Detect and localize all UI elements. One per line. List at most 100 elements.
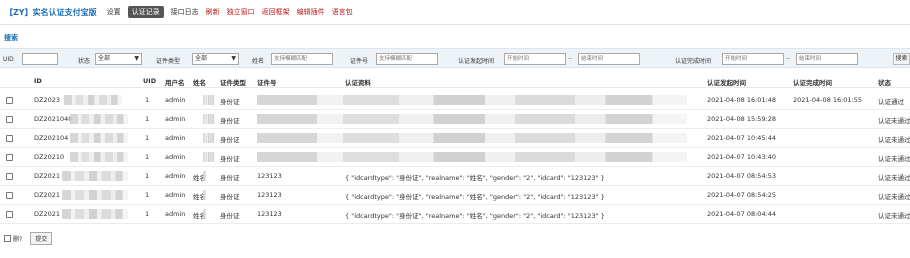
cell-id: DZ2021	[34, 210, 60, 218]
top-nav: 【ZY】实名认证支付宝版 设置 认证记录 接口日志 刷新 独立窗口 返回框架 编…	[5, 5, 360, 19]
cell-username: admin	[165, 153, 186, 161]
table-row: DZ2023 1 admin 身份证 2021-04-08 16:01:48 2021-0…	[0, 91, 910, 110]
redacted-block	[203, 133, 215, 143]
cell-id: DZ2021	[34, 172, 60, 180]
start-time-to-input[interactable]	[578, 53, 640, 65]
chevron-down-icon: ▼	[231, 55, 236, 62]
redacted-block	[70, 152, 128, 162]
end-range-dash: --	[786, 55, 791, 62]
cell-data: { "idcardtype": "身份证", "realname": "姓名",…	[345, 193, 605, 201]
nav-settings[interactable]: 设置	[107, 7, 121, 17]
redacted-block	[257, 133, 687, 143]
cell-cert-type: 身份证	[220, 98, 240, 106]
col-data: 认证资料	[345, 79, 371, 87]
end-time-to-input[interactable]	[796, 53, 858, 65]
uid-input[interactable]	[22, 53, 58, 65]
cell-status: 认证未通过	[878, 155, 910, 163]
delete-checkbox[interactable]	[4, 234, 11, 242]
row-checkbox[interactable]	[6, 135, 13, 142]
col-uid: UID	[143, 77, 157, 85]
redacted-block	[203, 209, 206, 219]
row-checkbox[interactable]	[6, 154, 13, 161]
table-row: DZ202104 1 admin 身份证 2021-04-07 10:45:44 认证未通…	[0, 129, 910, 148]
nav-edit-plugin[interactable]: 编辑插件	[297, 7, 325, 17]
delete-label: 删?	[13, 235, 23, 243]
name-input[interactable]	[271, 53, 333, 65]
cell-start-time: 2021-04-07 08:54:25	[707, 191, 777, 199]
cell-username: admin	[165, 172, 186, 180]
cell-uid: 1	[145, 172, 150, 180]
nav-refresh[interactable]: 刷新	[206, 7, 220, 17]
name-label: 姓名	[252, 58, 265, 65]
cell-uid: 1	[145, 115, 150, 123]
status-select-value: 全部	[98, 55, 111, 62]
col-start-time: 认证发起时间	[707, 79, 746, 87]
cell-status: 认证未通过	[878, 193, 910, 201]
cell-username: admin	[165, 96, 186, 104]
cell-cert-type: 身份证	[220, 193, 240, 201]
nav-api-log[interactable]: 接口日志	[171, 7, 199, 17]
redacted-block	[203, 190, 206, 200]
redacted-block	[203, 95, 215, 105]
start-time-from-input[interactable]	[504, 53, 566, 65]
cell-id: DZ20210	[34, 153, 65, 161]
redacted-block	[257, 95, 687, 105]
row-checkbox[interactable]	[6, 192, 13, 199]
row-checkbox[interactable]	[6, 116, 13, 123]
redacted-block	[203, 114, 215, 124]
redacted-block	[70, 114, 128, 124]
nav-records[interactable]: 认证记录	[127, 6, 164, 18]
cell-start-time: 2021-04-08 15:59:28	[707, 115, 777, 123]
cell-id: DZ2021	[34, 191, 60, 199]
cell-status: 认证未通过	[878, 136, 910, 144]
divider	[0, 24, 910, 25]
start-range-dash: --	[568, 55, 573, 62]
cell-uid: 1	[145, 153, 150, 161]
cell-uid: 1	[145, 210, 150, 218]
cell-status: 认证未通过	[878, 117, 910, 125]
cell-cert-type: 身份证	[220, 136, 240, 144]
search-filter-bar: UID 状态 全部 ▼ 证件类型 全部 ▼ 姓名 证件号 认证发起时间 -- 认…	[0, 48, 910, 68]
cell-id: DZ2021040	[34, 115, 73, 123]
search-button[interactable]: 搜索	[893, 53, 910, 65]
cell-start-time: 2021-04-07 08:54:53	[707, 172, 777, 180]
table-row: DZ2021 1 admin 姓名 身份证 123123{ "idcardtype": "…	[0, 205, 910, 224]
end-time-label: 认证完成时间	[675, 58, 712, 65]
cert-type-select[interactable]: 全部 ▼	[192, 53, 239, 65]
col-cert-no: 证件号	[257, 79, 277, 87]
row-checkbox[interactable]	[6, 173, 13, 180]
submit-button[interactable]: 提交	[30, 231, 53, 245]
app-title: 【ZY】实名认证支付宝版	[5, 7, 97, 17]
table-row: DZ2021040 1 admin 身份证 2021-04-08 15:59:28 认证未…	[0, 110, 910, 129]
redacted-block	[203, 171, 206, 181]
redacted-block	[62, 209, 128, 219]
cell-start-time: 2021-04-07 10:43:40	[707, 153, 777, 161]
redacted-block	[203, 152, 215, 162]
cell-cert-no: 123123	[257, 210, 282, 218]
cell-cert-no: 123123	[257, 172, 282, 180]
redacted-block	[70, 133, 128, 143]
end-time-from-input[interactable]	[722, 53, 784, 65]
cert-no-input[interactable]	[376, 53, 438, 65]
row-checkbox[interactable]	[6, 211, 13, 218]
table-row: DZ20210 1 admin 身份证 2021-04-07 10:43:40 认证未通过	[0, 148, 910, 167]
nav-standalone-window[interactable]: 独立窗口	[227, 7, 255, 17]
col-name: 姓名	[193, 79, 206, 87]
table-header: ID UID 用户名 姓名 证件类型 证件号 认证资料 认证发起时间 认证完成时…	[0, 74, 910, 88]
cell-id: DZ2023	[34, 96, 60, 104]
row-checkbox[interactable]	[6, 97, 13, 104]
redacted-block	[62, 171, 128, 181]
nav-back-to-frame[interactable]: 返回框架	[262, 7, 290, 17]
cell-start-time: 2021-04-07 08:04:44	[707, 210, 777, 218]
cell-start-time: 2021-04-07 10:45:44	[707, 134, 777, 142]
cell-uid: 1	[145, 191, 150, 199]
cell-status: 认证未通过	[878, 174, 910, 182]
status-select[interactable]: 全部 ▼	[95, 53, 142, 65]
cert-type-label: 证件类型	[156, 58, 181, 65]
col-username: 用户名	[165, 79, 185, 87]
table-footer: 删? 提交	[4, 231, 53, 245]
nav-language-pack[interactable]: 语言包	[332, 7, 353, 17]
cell-username: admin	[165, 210, 186, 218]
cell-cert-type: 身份证	[220, 117, 240, 125]
cell-cert-type: 身份证	[220, 212, 240, 220]
